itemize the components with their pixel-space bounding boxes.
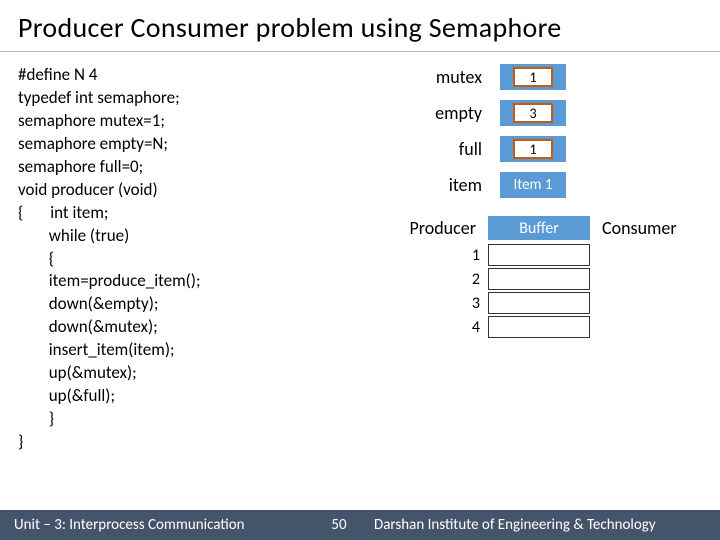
footer: Unit – 3: Interprocess Communication 50 … [0, 510, 720, 540]
sem-row-item: item Item 1 [348, 172, 702, 198]
buffer-grid: 1 2 3 4 [348, 244, 702, 338]
content-area: #define N 4 typedef int semaphore; semap… [0, 52, 720, 454]
footer-org: Darshan Institute of Engineering & Techn… [364, 516, 706, 534]
buffer-header: Producer Buffer Consumer [348, 216, 702, 240]
sem-row-empty: empty 3 [348, 100, 702, 126]
buffer-cell [488, 316, 590, 338]
buffer-area: Producer Buffer Consumer 1 2 3 4 [348, 216, 702, 338]
sem-box-mutex: 1 [500, 64, 566, 90]
buffer-index: 3 [456, 294, 480, 313]
buffer-index: 1 [456, 246, 480, 265]
buffer-row: 4 [456, 316, 702, 338]
sem-value-full: 1 [513, 139, 553, 159]
sem-box-empty: 3 [500, 100, 566, 126]
footer-unit: Unit – 3: Interprocess Communication [14, 516, 314, 534]
sem-value-item: Item 1 [500, 172, 566, 198]
footer-page: 50 [314, 516, 364, 534]
sem-value-mutex: 1 [513, 67, 553, 87]
buffer-cell [488, 244, 590, 266]
sem-label-item: item [418, 174, 482, 196]
buffer-label: Buffer [488, 216, 590, 240]
sem-label-empty: empty [418, 102, 482, 124]
buffer-cell [488, 268, 590, 290]
sem-row-full: full 1 [348, 136, 702, 162]
sem-label-mutex: mutex [418, 66, 482, 88]
buffer-cell [488, 292, 590, 314]
buffer-index: 2 [456, 270, 480, 289]
buffer-index: 4 [456, 318, 480, 337]
sem-row-mutex: mutex 1 [348, 64, 702, 90]
buffer-row: 2 [456, 268, 702, 290]
page-title: Producer Consumer problem using Semaphor… [0, 0, 720, 52]
buffer-row: 1 [456, 244, 702, 266]
sem-value-empty: 3 [513, 103, 553, 123]
buffer-row: 3 [456, 292, 702, 314]
producer-label: Producer [388, 217, 476, 239]
sem-label-full: full [418, 138, 482, 160]
code-block: #define N 4 typedef int semaphore; semap… [18, 64, 328, 454]
sem-box-full: 1 [500, 136, 566, 162]
consumer-label: Consumer [602, 217, 677, 239]
diagram-area: mutex 1 empty 3 full 1 item Item 1 Produ… [328, 64, 702, 454]
